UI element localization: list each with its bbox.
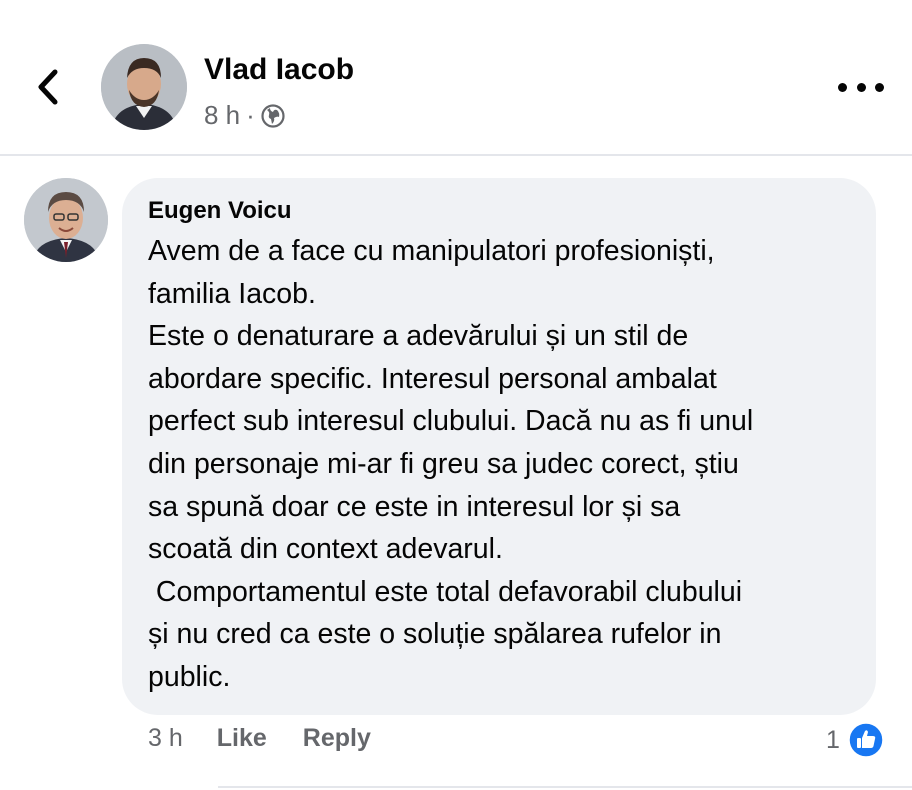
comment-author-avatar[interactable] xyxy=(24,178,108,262)
post-time: 8 h xyxy=(204,100,241,130)
more-dot xyxy=(838,82,847,92)
next-item-divider xyxy=(218,786,912,788)
post-header: Vlad Iacob 8 h · xyxy=(0,0,912,154)
comment-line: Comportamentul este total defavorabil cl… xyxy=(148,575,743,608)
next-item-edge xyxy=(0,780,912,790)
comment-text: Avem de a face cu manipulatori profesion… xyxy=(148,230,850,699)
post-author-name[interactable]: Vlad Iacob xyxy=(204,53,354,87)
more-dot xyxy=(856,82,866,92)
more-options-button[interactable] xyxy=(838,74,884,100)
comment-bubble: Eugen Voicu Avem de a face cu manipulato… xyxy=(122,178,876,715)
comment-line: abordare specific. Interesul personal am… xyxy=(148,362,717,395)
more-dot xyxy=(875,82,884,92)
comment-line: scoată din context adevarul. xyxy=(148,533,503,566)
reaction-count: 1 xyxy=(826,725,840,754)
meta-separator: · xyxy=(246,100,255,130)
back-button[interactable] xyxy=(28,62,68,112)
like-button[interactable]: Like xyxy=(217,724,267,753)
comment-line: public. xyxy=(148,660,231,693)
post-author-avatar[interactable] xyxy=(101,44,187,130)
comment-line: și nu cred ca este o soluție spălarea ru… xyxy=(148,618,722,651)
reaction-summary[interactable]: 1 xyxy=(826,722,884,758)
comment-line: perfect sub interesul clubului. Dacă nu … xyxy=(148,405,754,438)
comment-line: Este o denaturare a adevărului și un sti… xyxy=(148,320,689,353)
comment-line: familia Iacob. xyxy=(148,277,316,310)
like-reaction-icon xyxy=(848,722,884,758)
comment-author-name[interactable]: Eugen Voicu xyxy=(148,196,850,226)
globe-icon xyxy=(261,103,285,128)
comment-line: sa spună doar ce este in interesul lor ș… xyxy=(148,490,681,523)
reply-button[interactable]: Reply xyxy=(303,724,371,753)
header-divider xyxy=(0,154,912,156)
comment-time[interactable]: 3 h xyxy=(148,724,183,753)
comment-line: din personaje mi-ar fi greu sa judec cor… xyxy=(148,447,739,480)
comment-line: Avem de a face cu manipulatori profesion… xyxy=(148,235,715,267)
chevron-left-icon xyxy=(38,69,58,105)
comment-actions: 3 h Like Reply xyxy=(148,724,371,753)
post-meta: 8 h · xyxy=(204,100,285,131)
